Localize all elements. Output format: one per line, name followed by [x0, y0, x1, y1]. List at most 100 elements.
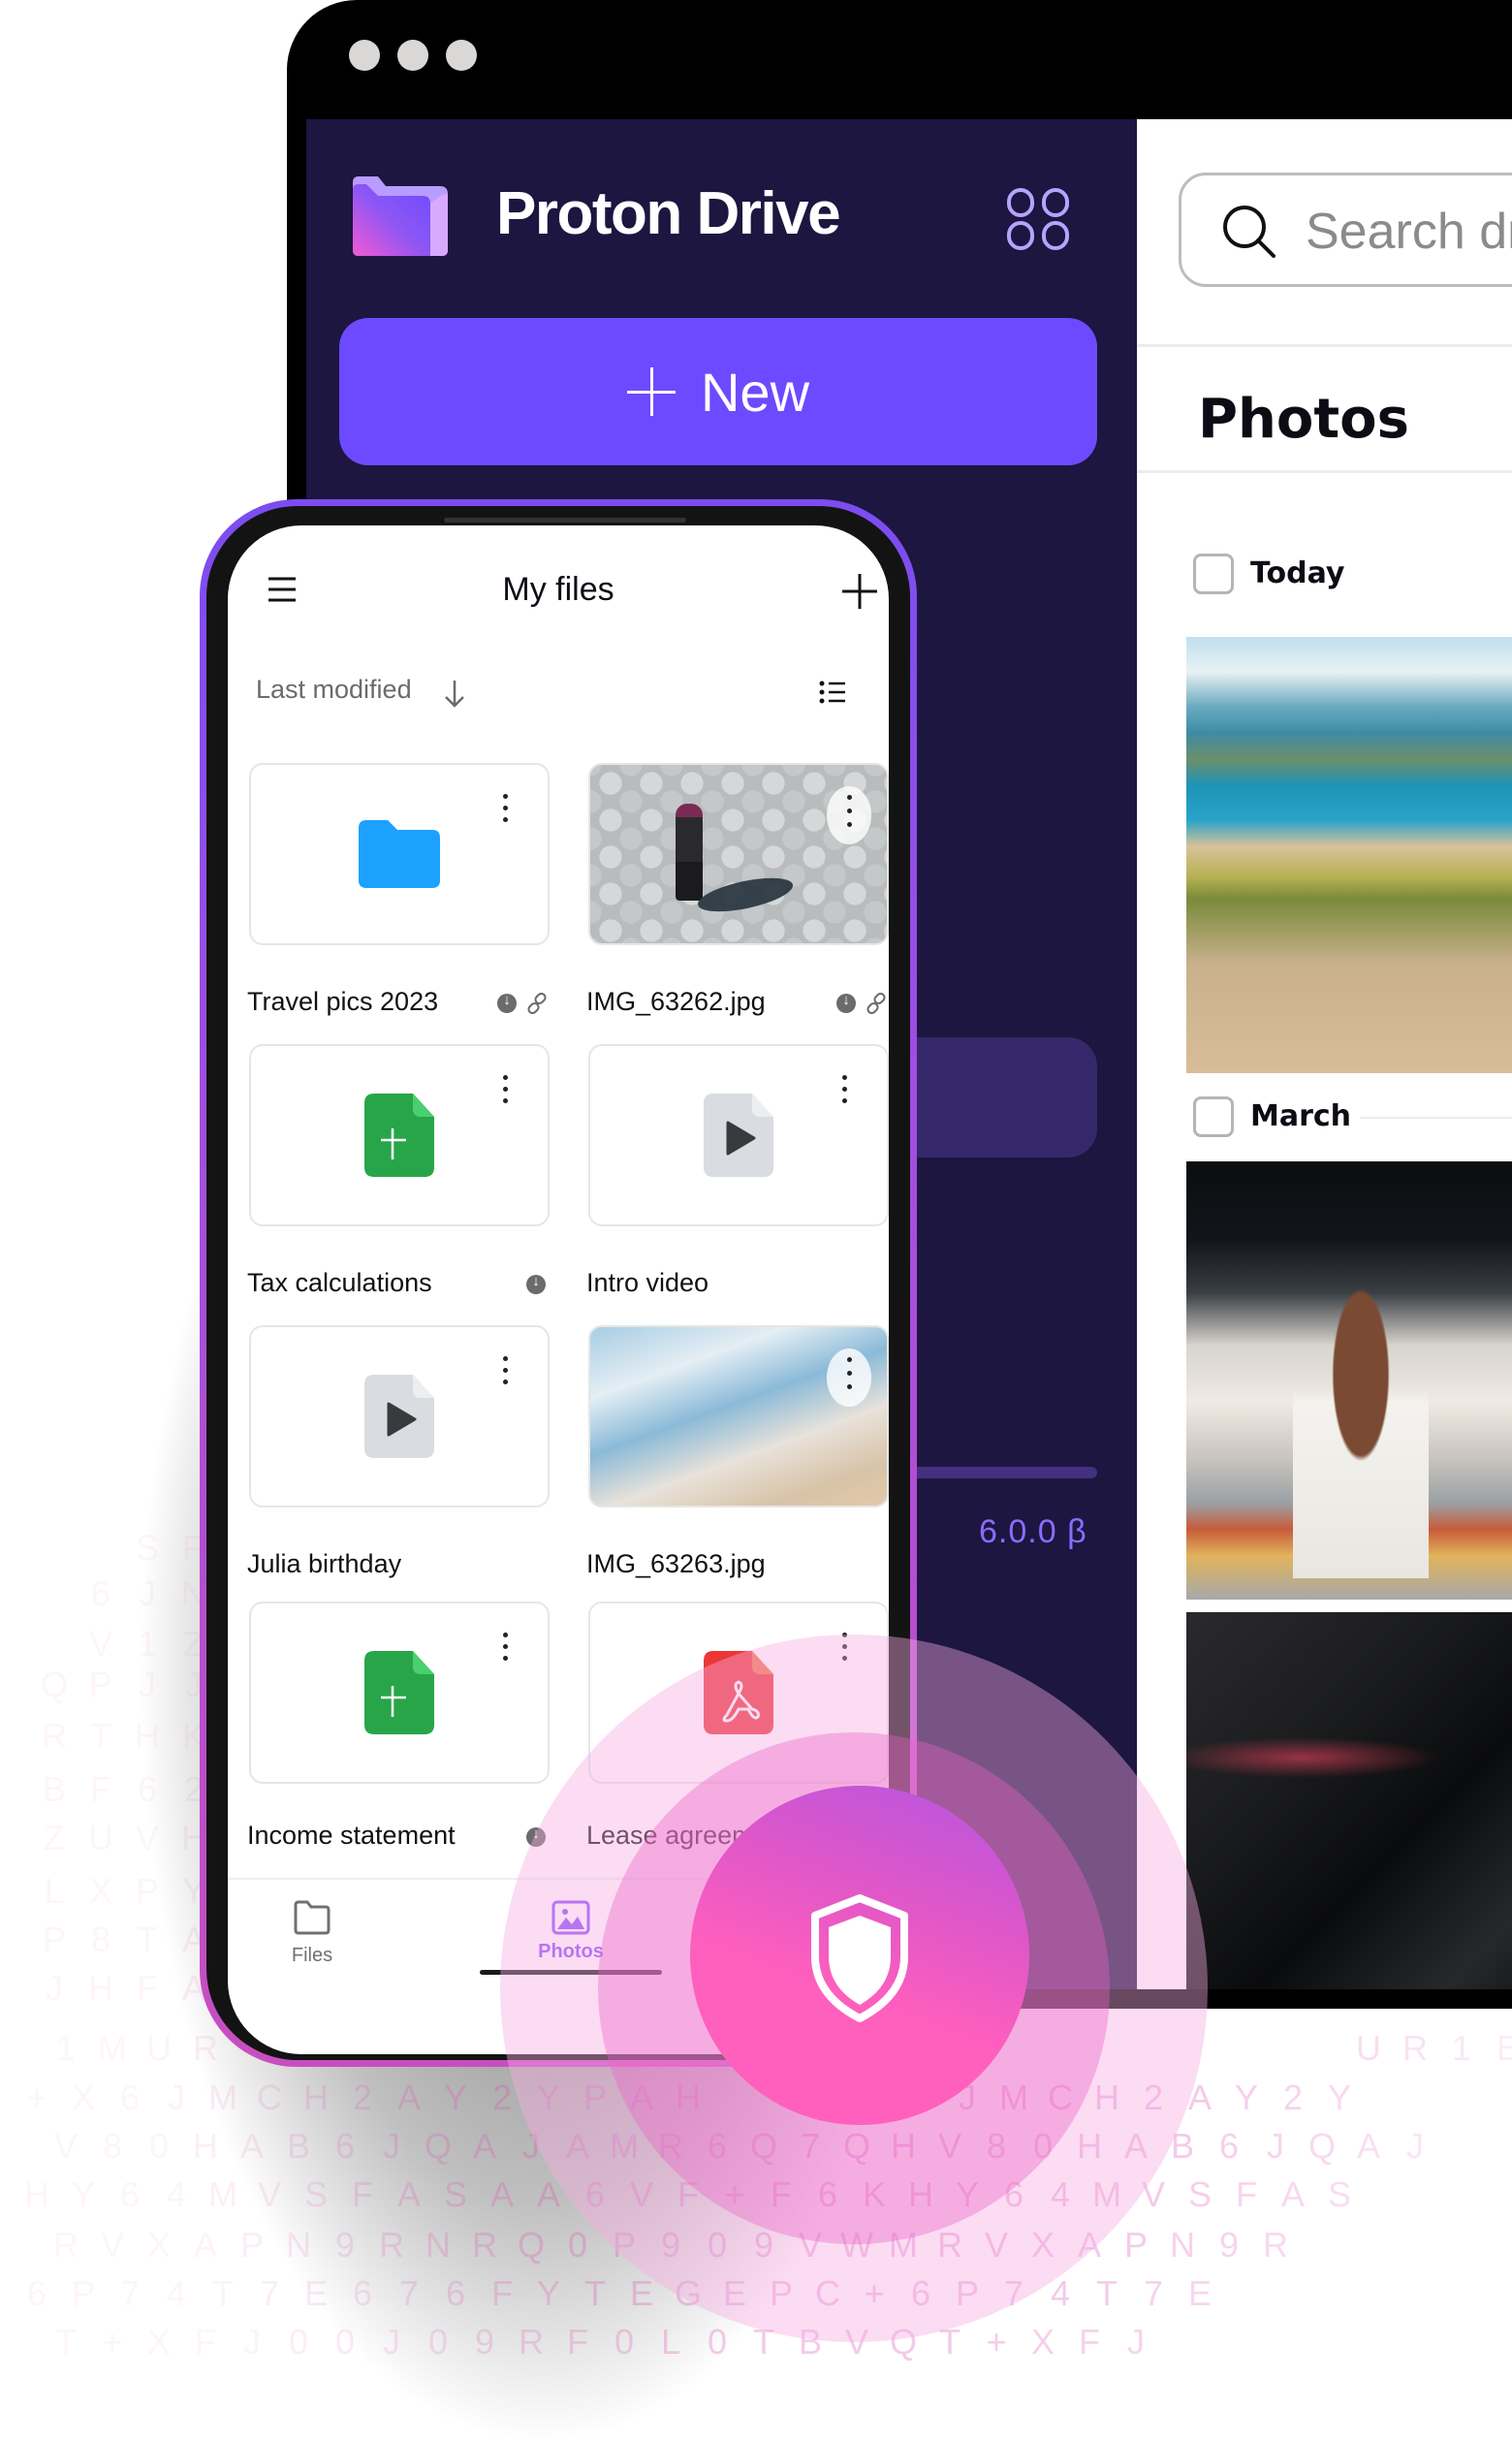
background-glyph: 1: [55, 2028, 77, 2068]
background-glyph: U: [88, 1818, 113, 1857]
background-glyph: A: [472, 2126, 496, 2166]
background-glyph: U: [1356, 2028, 1381, 2068]
background-glyph: A: [239, 2126, 264, 2166]
arrow-down-icon[interactable]: [443, 677, 466, 710]
list-view-icon[interactable]: [819, 681, 846, 704]
background-glyph: M: [208, 2174, 237, 2214]
photo-thumbnail[interactable]: [1186, 637, 1512, 1073]
main-content: Search drive Photos Today March: [1137, 119, 1512, 1989]
background-glyph: 0: [567, 2225, 588, 2265]
background-glyph: T: [584, 2273, 606, 2313]
more-options-icon[interactable]: [495, 1356, 515, 1405]
more-options-icon[interactable]: [495, 1633, 515, 1681]
search-input[interactable]: Search drive: [1179, 173, 1512, 287]
background-glyph: 6: [137, 1769, 158, 1809]
today-checkbox[interactable]: [1193, 554, 1234, 594]
background-glyph: Y: [443, 2078, 467, 2117]
background-glyph: L: [660, 2322, 681, 2362]
background-glyph: X: [71, 2078, 95, 2117]
background-glyph: R: [379, 2225, 404, 2265]
background-glyph: 9: [1218, 2225, 1240, 2265]
background-glyph: T: [212, 2273, 234, 2313]
background-glyph: Q: [40, 1665, 68, 1704]
background-glyph: P: [1123, 2225, 1148, 2265]
more-options-icon[interactable]: [827, 1348, 871, 1407]
more-options-icon[interactable]: [495, 1075, 515, 1124]
sidebar-item-photos[interactable]: [888, 1037, 1097, 1158]
background-glyph: B: [1496, 2028, 1512, 2068]
search-placeholder: Search drive: [1306, 204, 1512, 260]
background-glyph: F: [90, 1769, 111, 1809]
background-glyph: S: [443, 2174, 467, 2214]
background-glyph: E: [1187, 2273, 1212, 2313]
file-card[interactable]: [588, 1044, 889, 1226]
background-glyph: T: [1096, 2273, 1118, 2313]
background-glyph: F: [1079, 2322, 1100, 2362]
background-glyph: A: [1356, 2126, 1380, 2166]
tab-files[interactable]: Files: [254, 1900, 370, 1968]
spreadsheet-icon: [364, 1094, 434, 1177]
background-glyph: +: [26, 2078, 47, 2117]
file-card[interactable]: [249, 1044, 550, 1226]
background-glyph: 9: [474, 2322, 495, 2362]
photo-subject: [676, 804, 703, 901]
file-name: Intro video: [586, 1268, 709, 1297]
background-glyph: 1: [137, 1624, 158, 1664]
background-glyph: F: [352, 2174, 373, 2214]
background-glyph: P: [71, 2273, 95, 2313]
background-glyph: F: [567, 2322, 588, 2362]
background-glyph: V: [135, 1818, 159, 1857]
file-status: [836, 992, 887, 1014]
background-glyph: Y: [1234, 2078, 1258, 2117]
background-glyph: T: [137, 1920, 158, 1959]
file-card[interactable]: [249, 763, 550, 945]
background-glyph: J: [383, 2126, 400, 2166]
background-glyph: X: [146, 2322, 171, 2362]
background-glyph: 6: [445, 2273, 466, 2313]
section-label-today: Today: [1250, 556, 1345, 590]
background-glyph: 0: [707, 2322, 728, 2362]
file-card[interactable]: [588, 1325, 889, 1507]
app-switcher-icon[interactable]: [1006, 187, 1070, 251]
background-glyph: J: [168, 2078, 185, 2117]
photo-thumbnail[interactable]: [1186, 1161, 1512, 1600]
photo-thumbnail[interactable]: [1186, 1612, 1512, 1989]
background-glyph: 4: [166, 2273, 187, 2313]
background-glyph: 8: [102, 2126, 123, 2166]
video-file-icon: [704, 1094, 773, 1177]
phone-speaker: [444, 518, 686, 523]
spreadsheet-icon-wrap: [364, 1651, 434, 1734]
file-card[interactable]: [588, 763, 889, 945]
background-glyph: Y: [536, 2273, 560, 2313]
more-options-icon[interactable]: [835, 1075, 854, 1124]
march-checkbox[interactable]: [1193, 1096, 1234, 1137]
background-glyph: R: [42, 1716, 67, 1756]
new-button[interactable]: New: [339, 318, 1097, 465]
file-card[interactable]: [249, 1325, 550, 1507]
window-dot-minimize[interactable]: [397, 40, 428, 71]
security-badge: [690, 1786, 1029, 2125]
window-dot-maximize[interactable]: [446, 40, 477, 71]
background-glyph: 6: [119, 2078, 141, 2117]
background-glyph: N: [286, 2225, 311, 2265]
more-options-icon[interactable]: [495, 794, 515, 842]
section-label-march: March: [1250, 1099, 1352, 1133]
background-glyph: 0: [614, 2322, 635, 2362]
sort-dropdown[interactable]: Last modified: [256, 675, 412, 705]
background-glyph: 7: [1143, 2273, 1164, 2313]
video-file-icon: [364, 1375, 434, 1458]
file-card[interactable]: [249, 1602, 550, 1784]
background-glyph: S: [135, 1528, 159, 1568]
window-dot-close[interactable]: [349, 40, 380, 71]
background-glyph: 6: [1218, 2126, 1240, 2166]
background-glyph: R: [53, 2225, 79, 2265]
app-name: Proton Drive: [496, 180, 841, 247]
background-glyph: 6: [90, 1573, 111, 1613]
more-options-icon[interactable]: [827, 786, 871, 844]
background-glyph: 7: [259, 2273, 280, 2313]
spreadsheet-icon-wrap: [364, 1094, 434, 1177]
background-glyph: N: [425, 2225, 451, 2265]
add-icon[interactable]: [840, 572, 879, 611]
file-name: Tax calculations: [247, 1268, 432, 1297]
background-glyph: J: [139, 1573, 156, 1613]
